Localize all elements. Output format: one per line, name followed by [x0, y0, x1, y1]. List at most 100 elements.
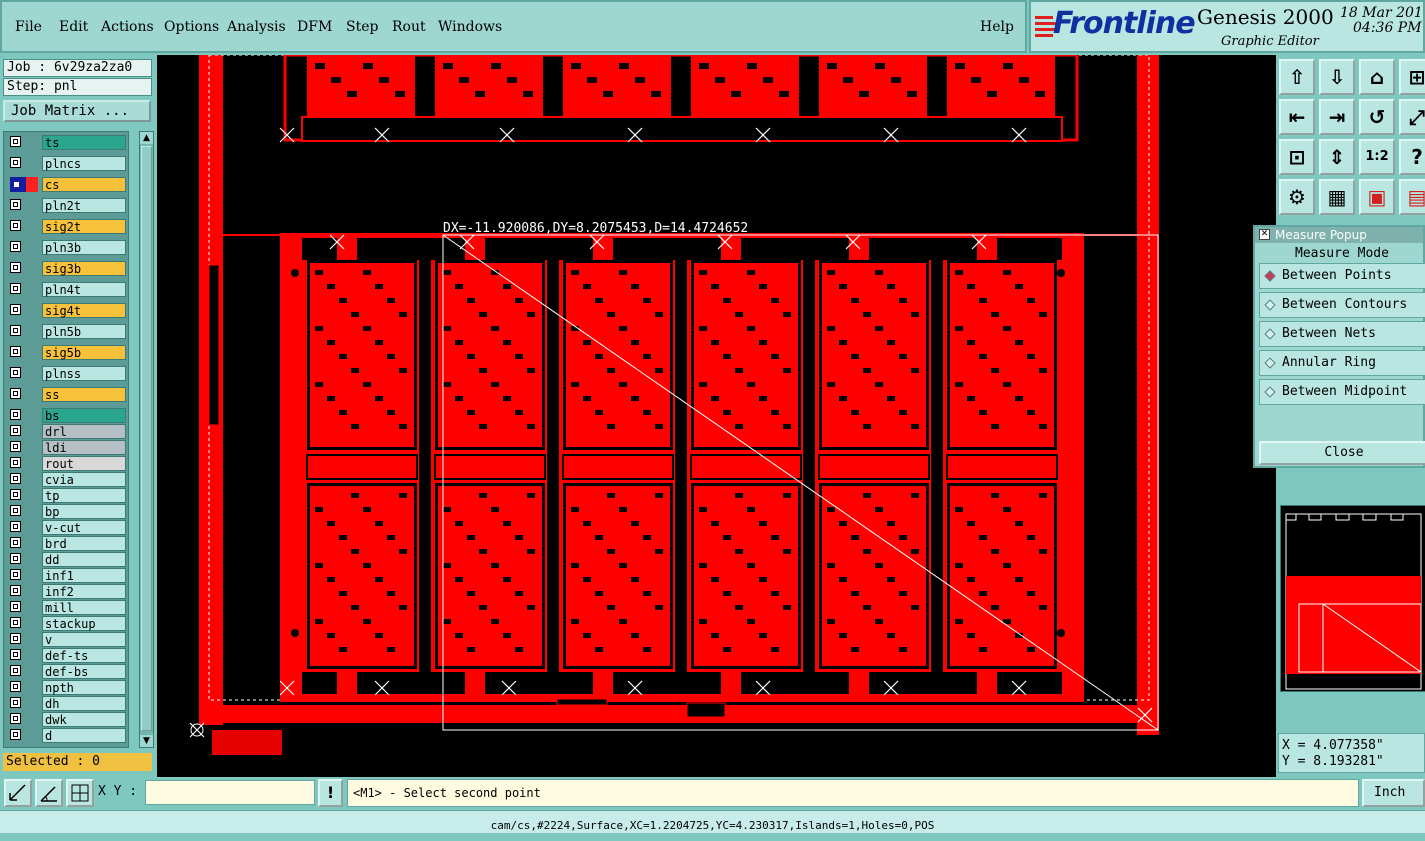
alert-icon[interactable]: !: [318, 779, 343, 807]
layer-name[interactable]: pln2t: [42, 198, 126, 213]
zoom-home-icon[interactable]: ⇧: [1279, 59, 1315, 95]
layer-name[interactable]: cvia: [42, 472, 126, 487]
layer-row-mill[interactable]: mill: [6, 600, 126, 615]
layer-row-inf1[interactable]: inf1: [6, 568, 126, 583]
layer-checkbox[interactable]: [10, 346, 21, 357]
close-button[interactable]: Close: [1259, 441, 1425, 465]
layer-checkbox[interactable]: [10, 136, 21, 147]
layer-checkbox[interactable]: [10, 304, 21, 315]
layer-checkbox[interactable]: [10, 633, 21, 644]
menu-step[interactable]: Step: [346, 19, 378, 35]
layer-checkbox[interactable]: [10, 157, 21, 168]
layer-checkbox[interactable]: [10, 569, 21, 580]
layer-name[interactable]: def-ts: [42, 648, 126, 663]
menu-actions[interactable]: Actions: [101, 19, 154, 35]
zoom-out-icon[interactable]: ⇩: [1319, 59, 1355, 95]
layer-checkbox[interactable]: [10, 601, 21, 612]
menu-dfm[interactable]: DFM: [297, 19, 332, 35]
layer-row-inf2[interactable]: inf2: [6, 584, 126, 599]
layer-checkbox[interactable]: [10, 457, 21, 468]
layer-row-bs[interactable]: bs: [6, 408, 126, 423]
layer-row-sig2t[interactable]: sig2t: [6, 219, 126, 234]
layer-name[interactable]: pln3b: [42, 240, 126, 255]
settings-icon[interactable]: ⚙: [1279, 179, 1315, 215]
ratio-icon[interactable]: 1:2: [1359, 139, 1395, 175]
layer-name[interactable]: dh: [42, 696, 126, 711]
layer-checkbox[interactable]: [10, 241, 21, 252]
minimap[interactable]: [1280, 505, 1425, 692]
layers-icon[interactable]: ▣: [1359, 179, 1395, 215]
layer-name[interactable]: ts: [42, 135, 126, 150]
layer-checkbox[interactable]: [10, 441, 21, 452]
layer-row-sig4t[interactable]: sig4t: [6, 303, 126, 318]
angle-icon[interactable]: [35, 779, 63, 807]
layer-checkbox[interactable]: [10, 649, 21, 660]
layer-row-pln5b[interactable]: pln5b: [6, 324, 126, 339]
menu-file[interactable]: File: [15, 19, 42, 35]
layer-name[interactable]: ss: [42, 387, 126, 402]
layer-row-pln2t[interactable]: pln2t: [6, 198, 126, 213]
layer-row-rout[interactable]: rout: [6, 456, 126, 471]
menu-edit[interactable]: Edit: [59, 19, 88, 35]
grid-snap-icon[interactable]: [66, 779, 94, 807]
xy-input[interactable]: [145, 780, 315, 805]
layer-name[interactable]: bs: [42, 408, 126, 423]
layer-name[interactable]: plnss: [42, 366, 126, 381]
scroll-down-icon[interactable]: ▼: [140, 735, 153, 747]
layer-name[interactable]: npth: [42, 680, 126, 695]
layer-checkbox[interactable]: [10, 665, 21, 676]
layer-checkbox[interactable]: [10, 283, 21, 294]
layer-row-dh[interactable]: dh: [6, 696, 126, 711]
layer-row-ts[interactable]: ts: [6, 135, 126, 150]
layer-checkbox[interactable]: [10, 473, 21, 484]
layer-checkbox[interactable]: [10, 681, 21, 692]
layer-row-ldi[interactable]: ldi: [6, 440, 126, 455]
mode-between-contours[interactable]: Between Contours: [1259, 292, 1425, 318]
layer-row-bp[interactable]: bp: [6, 504, 126, 519]
layer-row-ss[interactable]: ss: [6, 387, 126, 402]
graphic-canvas[interactable]: DX=-11.920086,DY=8.2075453,D=14.4724652: [157, 55, 1276, 777]
pan-right-icon[interactable]: ⇥: [1319, 99, 1355, 135]
layer-checkbox[interactable]: [10, 617, 21, 628]
layer-name[interactable]: v: [42, 632, 126, 647]
layer-name[interactable]: rout: [42, 456, 126, 471]
unit-select[interactable]: Inch: [1362, 779, 1425, 807]
menu-windows[interactable]: Windows: [438, 19, 502, 35]
fit-screen-icon[interactable]: ⊡: [1279, 139, 1315, 175]
layer-name[interactable]: drl: [42, 424, 126, 439]
layer-name[interactable]: bp: [42, 504, 126, 519]
grid-icon[interactable]: ▦: [1319, 179, 1355, 215]
layer-checkbox[interactable]: [10, 713, 21, 724]
layer-row-pln4t[interactable]: pln4t: [6, 282, 126, 297]
layer-name[interactable]: tp: [42, 488, 126, 503]
layer-checkbox[interactable]: [10, 425, 21, 436]
layer-name[interactable]: pln4t: [42, 282, 126, 297]
layers2-icon[interactable]: ▤: [1399, 179, 1425, 215]
layer-row-cs[interactable]: cs: [6, 177, 126, 192]
layer-name[interactable]: brd: [42, 536, 126, 551]
scroll-up-icon[interactable]: ▲: [140, 132, 153, 144]
mode-between-midpoint[interactable]: Between Midpoint: [1259, 379, 1425, 405]
layer-row-v-cut[interactable]: v-cut: [6, 520, 126, 535]
menu-options[interactable]: Options: [164, 19, 219, 35]
layer-name[interactable]: ldi: [42, 440, 126, 455]
layer-name[interactable]: def-bs: [42, 664, 126, 679]
menu-rout[interactable]: Rout: [392, 19, 426, 35]
job-matrix-button[interactable]: Job Matrix ...: [3, 100, 151, 122]
measure-popup-titlebar[interactable]: ✕ Measure Popup: [1255, 227, 1423, 243]
layer-row-sig3b[interactable]: sig3b: [6, 261, 126, 276]
layer-checkbox[interactable]: [10, 199, 21, 210]
layer-row-pln3b[interactable]: pln3b: [6, 240, 126, 255]
layer-name[interactable]: dd: [42, 552, 126, 567]
layer-checkbox[interactable]: [10, 388, 21, 399]
layer-name[interactable]: d: [42, 728, 126, 743]
layer-checkbox[interactable]: [10, 489, 21, 500]
layer-row-drl[interactable]: drl: [6, 424, 126, 439]
layer-checkbox[interactable]: [10, 553, 21, 564]
layer-checkbox[interactable]: [10, 220, 21, 231]
mode-between-nets[interactable]: Between Nets: [1259, 321, 1425, 347]
layer-checkbox[interactable]: [10, 367, 21, 378]
pcb-panel-drawing[interactable]: [157, 55, 1276, 777]
layer-row-dwk[interactable]: dwk: [6, 712, 126, 727]
layer-row-sig5b[interactable]: sig5b: [6, 345, 126, 360]
